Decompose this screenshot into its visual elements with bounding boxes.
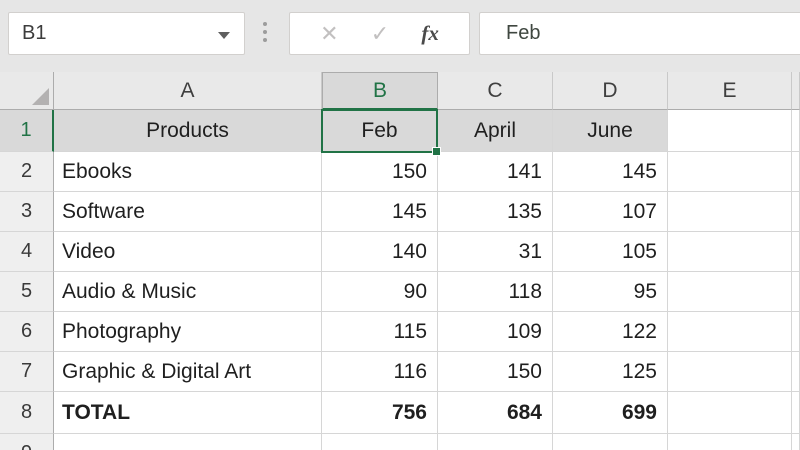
select-all-triangle-icon [32,88,49,105]
cell-D4[interactable]: 105 [553,232,668,272]
column-header-a[interactable]: A [54,72,322,110]
cell-B6[interactable]: 115 [322,312,438,352]
table-row-7: 7 Graphic & Digital Art 116 150 125 [0,352,800,392]
cell-E7[interactable] [668,352,792,392]
cell-A4[interactable]: Video [54,232,322,272]
formula-buttons-group: ✕ ✓ fx [289,12,470,55]
cell-D8[interactable]: 699 [553,392,668,434]
formula-bar-input[interactable]: Feb [479,12,800,55]
cell-A3[interactable]: Software [54,192,322,232]
cell-C7[interactable]: 150 [438,352,553,392]
cell-D1[interactable]: June [553,110,668,152]
column-header-b[interactable]: B [322,72,438,110]
cell-C1[interactable]: April [438,110,553,152]
table-row-2: 2 Ebooks 150 141 145 [0,152,800,192]
column-header-d[interactable]: D [553,72,668,110]
cell-D7[interactable]: 125 [553,352,668,392]
table-row-1: 1 Products Feb April June [0,110,800,152]
row-header-7[interactable]: 7 [0,352,54,392]
cell-C6[interactable]: 109 [438,312,553,352]
cell-C5[interactable]: 118 [438,272,553,312]
cell-A8[interactable]: TOTAL [54,392,322,434]
cell-E2[interactable] [668,152,792,192]
cell-D2[interactable]: 145 [553,152,668,192]
cell-E4[interactable] [668,232,792,272]
formula-bar-region: B1 ✕ ✓ fx Feb [0,0,800,72]
cell-C4[interactable]: 31 [438,232,553,272]
row-header-8[interactable]: 8 [0,392,54,434]
cell-D5[interactable]: 95 [553,272,668,312]
cell-B1[interactable]: Feb [322,110,438,152]
cell-A5[interactable]: Audio & Music [54,272,322,312]
cancel-icon[interactable]: ✕ [320,22,338,45]
cell-A9[interactable] [54,434,322,450]
table-row-3: 3 Software 145 135 107 [0,192,800,232]
cell-E8[interactable] [668,392,792,434]
cell-B9[interactable] [322,434,438,450]
row-header-9[interactable]: 9 [0,434,54,450]
cell-B2[interactable]: 150 [322,152,438,192]
excel-app: B1 ✕ ✓ fx Feb A B C D E 1 Products Feb A… [0,0,800,450]
cell-F9[interactable] [792,434,800,450]
cell-E6[interactable] [668,312,792,352]
cell-A6[interactable]: Photography [54,312,322,352]
cell-F7[interactable] [792,352,800,392]
row-header-1[interactable]: 1 [0,110,54,152]
cell-F5[interactable] [792,272,800,312]
row-header-6[interactable]: 6 [0,312,54,352]
cell-D3[interactable]: 107 [553,192,668,232]
confirm-icon[interactable]: ✓ [371,22,389,45]
name-box-value: B1 [22,22,47,44]
cell-B4[interactable]: 140 [322,232,438,272]
cell-A7[interactable]: Graphic & Digital Art [54,352,322,392]
cell-F2[interactable] [792,152,800,192]
cell-C3[interactable]: 135 [438,192,553,232]
cell-E5[interactable] [668,272,792,312]
cell-F8[interactable] [792,392,800,434]
cell-D9[interactable] [553,434,668,450]
table-row-9: 9 [0,434,800,450]
row-header-3[interactable]: 3 [0,192,54,232]
select-all-corner[interactable] [0,72,54,110]
cell-C9[interactable] [438,434,553,450]
cell-B8[interactable]: 756 [322,392,438,434]
row-header-5[interactable]: 5 [0,272,54,312]
separator-dots-icon [263,22,267,42]
row-header-4[interactable]: 4 [0,232,54,272]
cell-B3[interactable]: 145 [322,192,438,232]
cell-F3[interactable] [792,192,800,232]
cell-E3[interactable] [668,192,792,232]
cell-E1[interactable] [668,110,792,152]
cell-F1[interactable] [792,110,800,152]
cell-C2[interactable]: 141 [438,152,553,192]
cell-B5[interactable]: 90 [322,272,438,312]
cell-B7[interactable]: 116 [322,352,438,392]
cell-F4[interactable] [792,232,800,272]
cell-A2[interactable]: Ebooks [54,152,322,192]
cell-F6[interactable] [792,312,800,352]
table-row-5: 5 Audio & Music 90 118 95 [0,272,800,312]
cell-D6[interactable]: 122 [553,312,668,352]
table-row-4: 4 Video 140 31 105 [0,232,800,272]
table-row-total: 8 TOTAL 756 684 699 [0,392,800,434]
cell-A1[interactable]: Products [54,110,322,152]
column-header-c[interactable]: C [438,72,553,110]
spreadsheet-grid: A B C D E 1 Products Feb April June 2 Eb… [0,72,800,450]
column-header-e[interactable]: E [668,72,792,110]
insert-function-icon[interactable]: fx [421,21,439,46]
fill-handle[interactable] [432,147,441,156]
column-header-f[interactable] [792,72,800,110]
name-box[interactable]: B1 [8,12,245,55]
table-row-6: 6 Photography 115 109 122 [0,312,800,352]
cell-E9[interactable] [668,434,792,450]
cell-C8[interactable]: 684 [438,392,553,434]
name-box-dropdown-icon[interactable] [218,32,230,39]
row-header-2[interactable]: 2 [0,152,54,192]
formula-value: Feb [506,22,541,44]
column-header-row: A B C D E [0,72,800,110]
